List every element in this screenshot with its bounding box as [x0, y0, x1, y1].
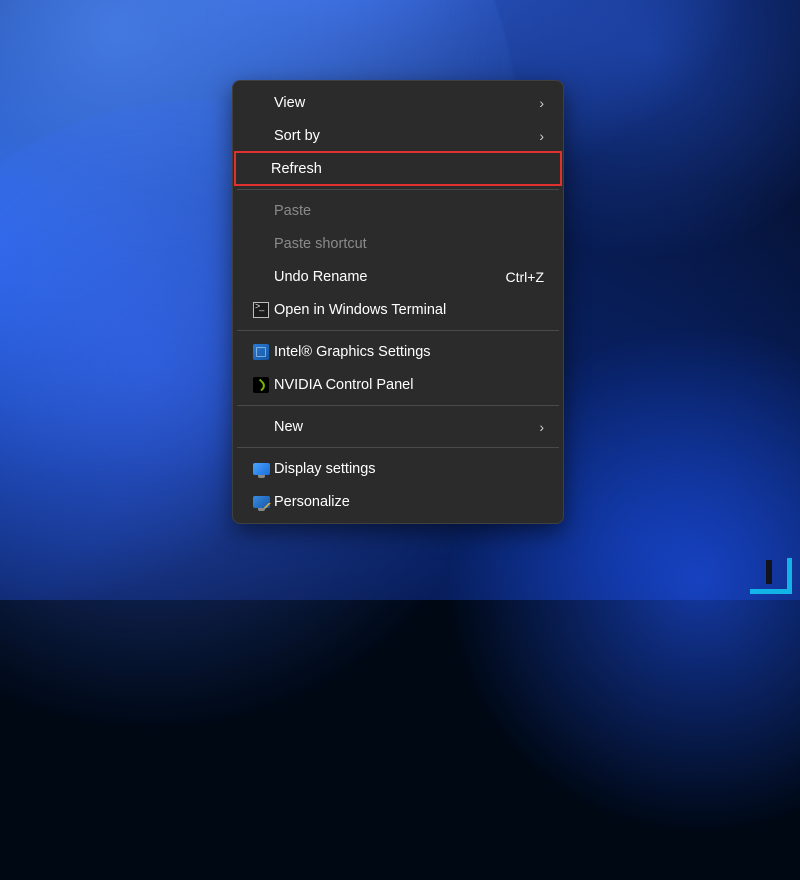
- menu-label: Open in Windows Terminal: [274, 302, 544, 318]
- menu-item-refresh[interactable]: Refresh: [235, 152, 561, 185]
- menu-separator: [237, 405, 559, 406]
- nvidia-icon: [248, 377, 274, 393]
- menu-item-paste-shortcut: Paste shortcut: [238, 227, 558, 260]
- menu-item-undo-rename[interactable]: Undo Rename Ctrl+Z: [238, 260, 558, 293]
- intel-icon: [248, 344, 274, 360]
- menu-item-view[interactable]: View ›: [238, 86, 558, 119]
- menu-separator: [237, 330, 559, 331]
- menu-separator: [237, 189, 559, 190]
- terminal-icon: [248, 302, 274, 318]
- personalize-icon: [248, 496, 274, 508]
- menu-item-open-terminal[interactable]: Open in Windows Terminal: [238, 293, 558, 326]
- menu-item-new[interactable]: New ›: [238, 410, 558, 443]
- menu-label: Refresh: [271, 161, 547, 177]
- menu-item-intel-graphics[interactable]: Intel® Graphics Settings: [238, 335, 558, 368]
- menu-label: Paste: [274, 203, 544, 219]
- chevron-right-icon: ›: [539, 95, 544, 111]
- menu-label: Personalize: [274, 494, 544, 510]
- menu-item-display-settings[interactable]: Display settings: [238, 452, 558, 485]
- menu-label: New: [274, 419, 531, 435]
- menu-label: Intel® Graphics Settings: [274, 344, 544, 360]
- menu-label: Undo Rename: [274, 269, 498, 285]
- menu-label: View: [274, 95, 531, 111]
- display-icon: [248, 463, 274, 475]
- menu-separator: [237, 447, 559, 448]
- desktop-context-menu: View › Sort by › Refresh Paste Paste sho…: [232, 80, 564, 524]
- chevron-right-icon: ›: [539, 128, 544, 144]
- watermark-logo-icon: [750, 558, 792, 594]
- chevron-right-icon: ›: [539, 419, 544, 435]
- menu-shortcut: Ctrl+Z: [506, 269, 545, 285]
- menu-item-sort-by[interactable]: Sort by ›: [238, 119, 558, 152]
- menu-label: Sort by: [274, 128, 531, 144]
- menu-item-paste: Paste: [238, 194, 558, 227]
- menu-label: Paste shortcut: [274, 236, 544, 252]
- menu-item-personalize[interactable]: Personalize: [238, 485, 558, 518]
- menu-label: NVIDIA Control Panel: [274, 377, 544, 393]
- watermark: [750, 558, 792, 594]
- menu-item-nvidia-control-panel[interactable]: NVIDIA Control Panel: [238, 368, 558, 401]
- menu-label: Display settings: [274, 461, 544, 477]
